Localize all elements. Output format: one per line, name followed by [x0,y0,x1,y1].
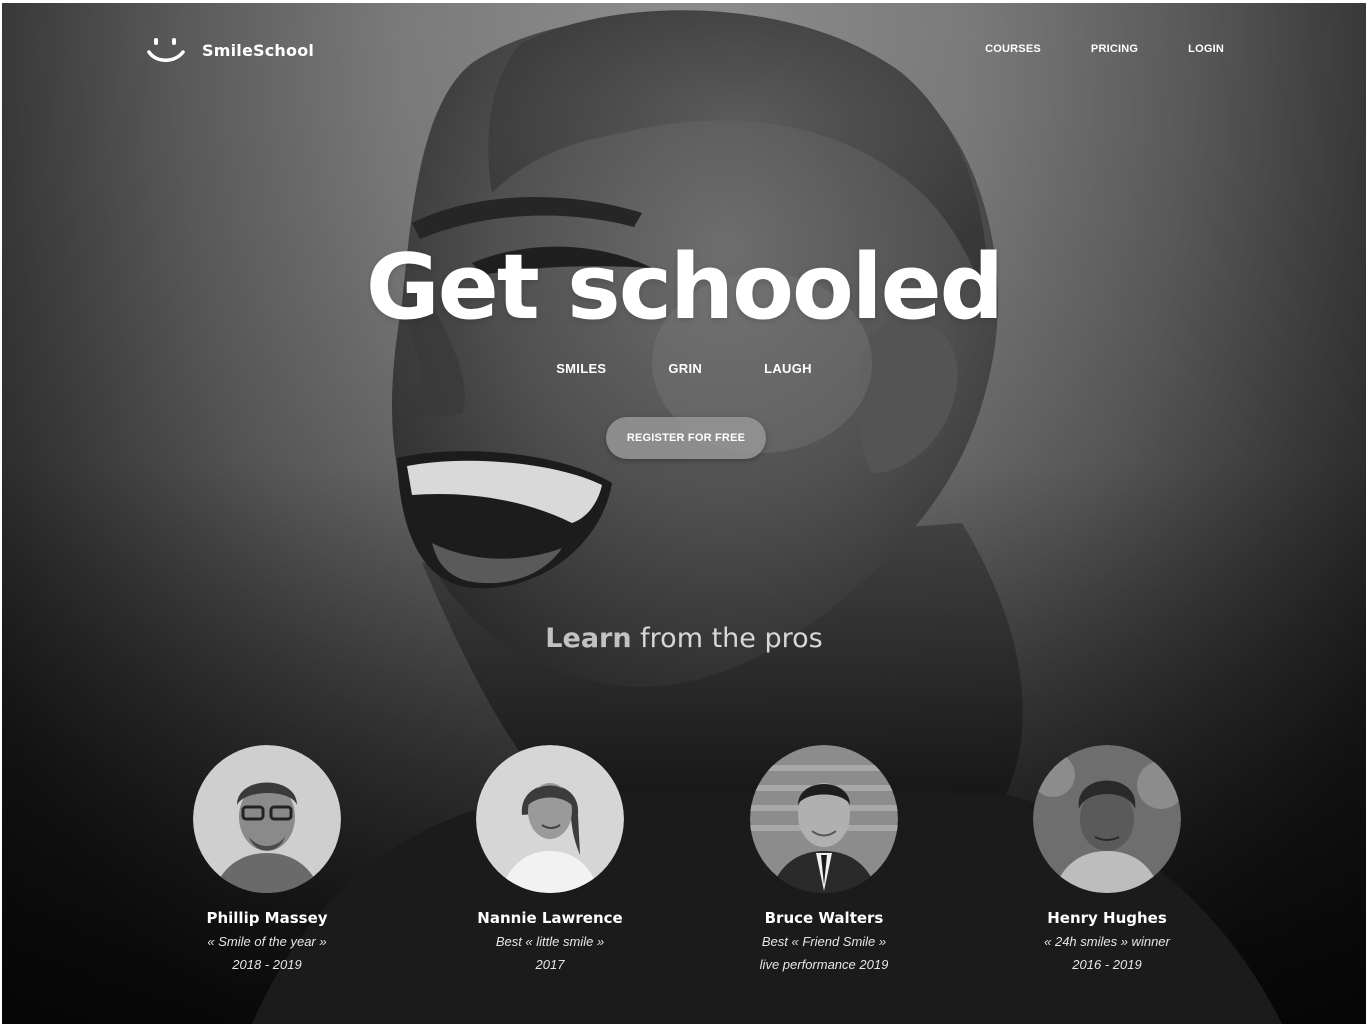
hero-tag-grin: GRIN [668,361,703,376]
pro-card[interactable]: Bruce Walters Best « Friend Smile » live… [704,745,944,973]
learn-heading: Learn from the pros [2,623,1366,654]
avatar [750,745,898,893]
avatar [1033,745,1181,893]
pro-name: Nannie Lawrence [477,909,623,927]
register-button[interactable]: REGISTER FOR FREE [606,417,766,459]
learn-heading-strong: Learn [545,623,632,654]
nav-links: COURSES PRICING LOGIN [985,43,1224,55]
learn-heading-rest: from the pros [631,623,823,654]
pro-card[interactable]: Nannie Lawrence Best « little smile » 20… [430,745,670,973]
pros-list: Phillip Massey « Smile of the year » 201… [2,745,1366,1005]
hero-tag-smiles: SMILES [556,361,607,376]
hero-title: Get schooled [365,235,1004,340]
pro-name: Bruce Walters [764,909,884,927]
nav-courses-link[interactable]: COURSES [985,43,1041,55]
pro-years: 2016 - 2019 [1072,957,1142,972]
pro-award: « Smile of the year » [207,934,327,949]
hero-tag-laugh: LAUGH [764,361,812,376]
brand-logo[interactable]: SmileSchool [146,33,314,67]
pro-name: Henry Hughes [1047,909,1167,927]
nav-pricing-link[interactable]: PRICING [1091,43,1138,55]
pro-years: 2018 - 2019 [232,957,302,972]
pro-card[interactable]: Phillip Massey « Smile of the year » 201… [147,745,387,973]
nav-login-link[interactable]: LOGIN [1188,43,1224,55]
pro-name: Phillip Massey [206,909,328,927]
pro-years: live performance 2019 [759,957,889,972]
page-frame: SmileSchool COURSES PRICING LOGIN Get sc… [2,3,1366,1024]
pro-years: 2017 [535,957,565,972]
pro-award: « 24h smiles » winner [1044,934,1170,949]
top-navigation: SmileSchool COURSES PRICING LOGIN [2,3,1366,93]
avatar [476,745,624,893]
avatar [193,745,341,893]
smiley-face-icon [147,38,185,62]
pro-award: Best « little smile » [495,934,605,949]
brand-name: SmileSchool [202,40,315,60]
pro-award: Best « Friend Smile » [761,934,887,949]
hero-tags: SMILES GRIN LAUGH [2,361,1366,376]
pro-card[interactable]: Henry Hughes « 24h smiles » winner 2016 … [987,745,1227,973]
